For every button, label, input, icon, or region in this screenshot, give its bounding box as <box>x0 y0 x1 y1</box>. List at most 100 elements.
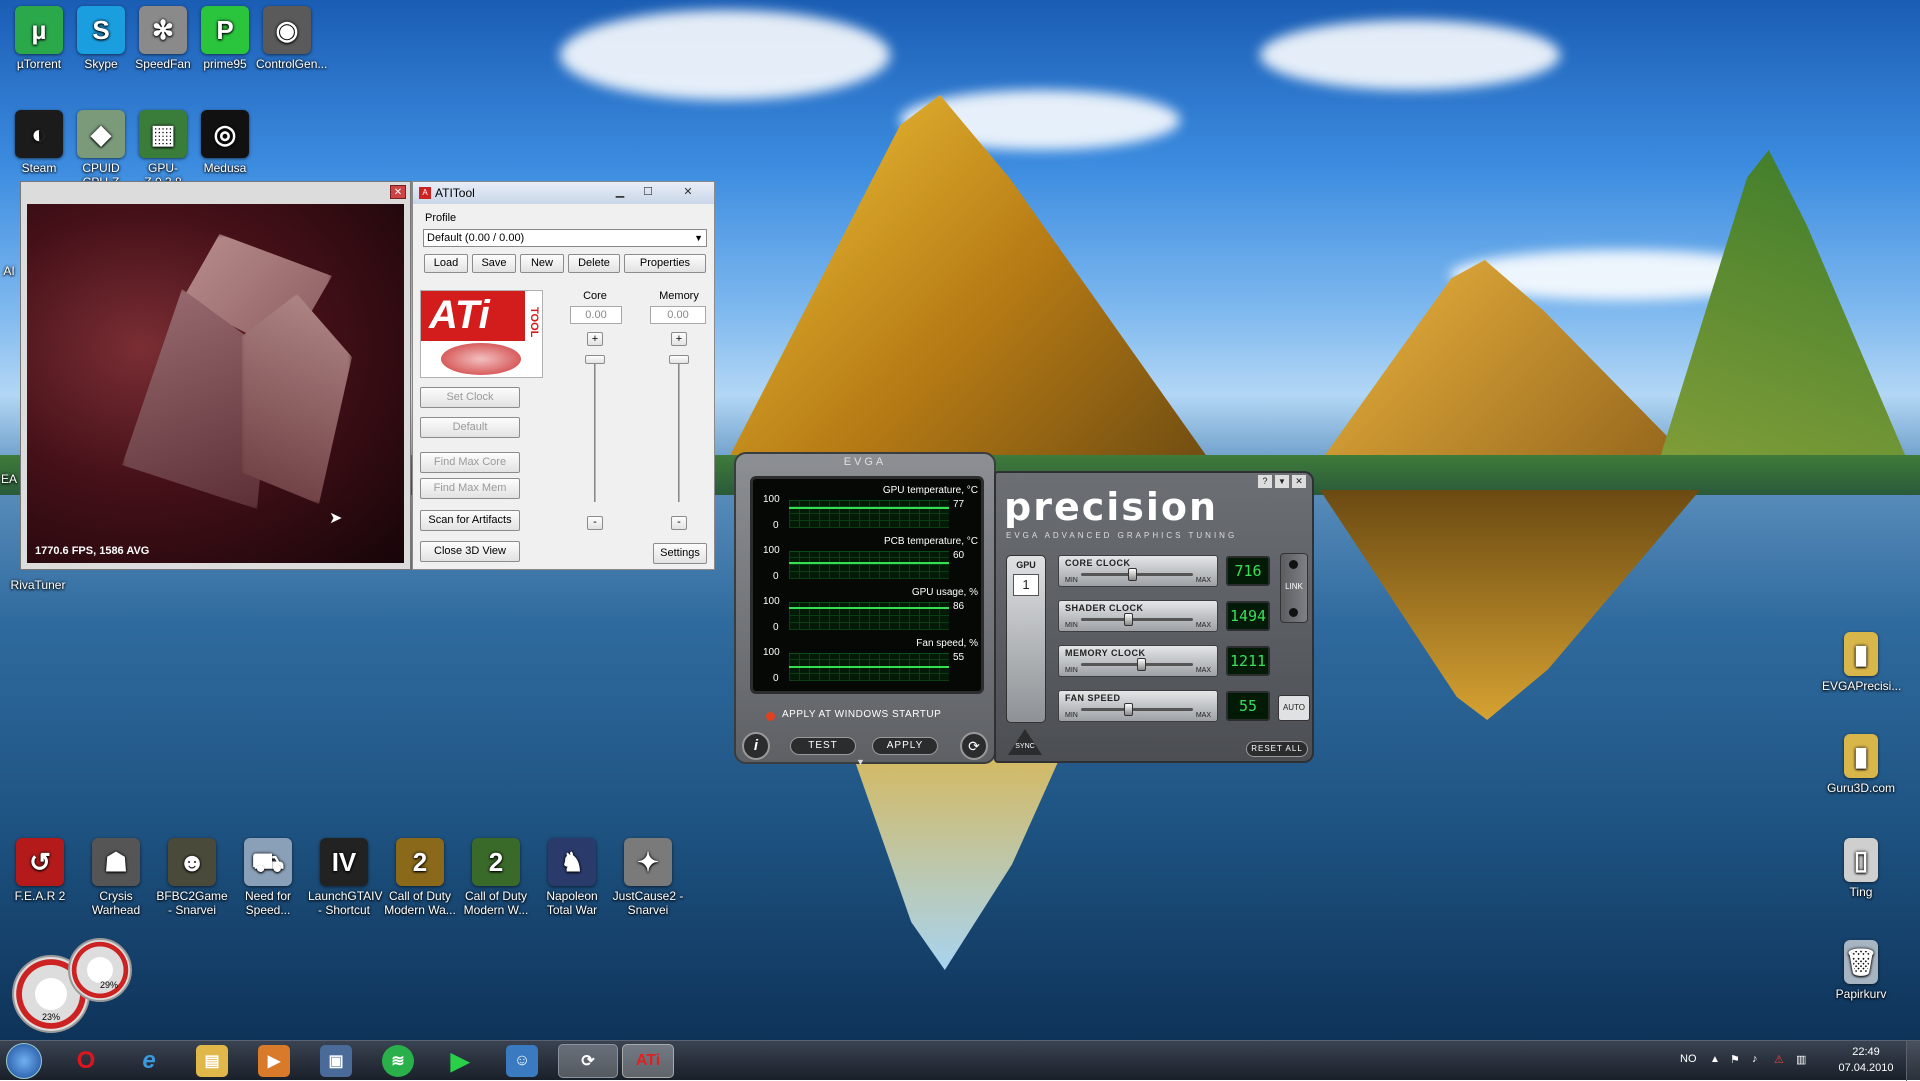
clock-date[interactable]: 07.04.2010 <box>1830 1062 1902 1074</box>
precision-panel[interactable]: ? ▼ ✕ precision EVGA ADVANCED GRAPHICS T… <box>994 471 1314 763</box>
evga-precision-task[interactable]: ⟳ <box>558 1044 618 1078</box>
save-button[interactable]: Save <box>472 254 516 273</box>
atitool-window[interactable]: A ATITool ▁ ☐ ✕ Profile Default (0.00 / … <box>412 181 715 570</box>
explorer-icon[interactable]: ▤ <box>196 1045 228 1077</box>
sync-button[interactable] <box>1008 729 1042 755</box>
volume-icon[interactable]: ♪ <box>1752 1053 1758 1065</box>
find-max-mem-button[interactable]: Find Max Mem <box>420 478 520 499</box>
desktop-icon[interactable]: ◎ Medusa <box>194 110 256 175</box>
expand-arrow-icon[interactable]: ▼ <box>856 757 865 767</box>
auto-fan-button[interactable]: AUTO <box>1278 695 1310 721</box>
reset-all-button[interactable]: RESET ALL <box>1246 741 1308 757</box>
core-slider-thumb[interactable] <box>585 355 605 364</box>
settings-button[interactable]: Settings <box>653 543 707 564</box>
properties-button[interactable]: Properties <box>624 254 706 273</box>
3d-view-window[interactable]: ✕ ➤ 1770.6 FPS, 1586 AVG <box>20 181 411 570</box>
rivatuner-label[interactable]: RivaTuner <box>0 578 76 592</box>
core-increase-button[interactable]: + <box>587 332 603 346</box>
core-slider[interactable] <box>594 357 596 502</box>
internet-explorer-icon[interactable]: e <box>133 1045 165 1077</box>
network-tray-icon[interactable]: ▥ <box>1796 1053 1806 1066</box>
close-icon[interactable]: ✕ <box>1292 475 1306 488</box>
desktop-icon[interactable]: ↺ F.E.A.R 2 <box>4 838 76 903</box>
maximize-icon[interactable]: ☐ <box>635 184 661 200</box>
warning-icon[interactable]: ⚠ <box>1774 1053 1784 1066</box>
desktop-icon[interactable]: 2 Call of Duty Modern Wa... <box>384 838 456 917</box>
memory-decrease-button[interactable]: - <box>671 516 687 530</box>
desktop-icon[interactable]: µ µTorrent <box>8 6 70 71</box>
start-button[interactable] <box>6 1043 42 1079</box>
tray-expand-icon[interactable]: ▲ <box>1710 1054 1720 1065</box>
clock-slider-knob[interactable] <box>1123 613 1133 626</box>
desktop-icon[interactable]: ☻ BFBC2Game - Snarvei <box>156 838 228 917</box>
core-decrease-button[interactable]: - <box>587 516 603 530</box>
desktop-icon[interactable]: ✻ SpeedFan <box>132 6 194 71</box>
memory-slider-thumb[interactable] <box>669 355 689 364</box>
desktop-icon[interactable]: ◉ ControlGen... <box>256 6 327 71</box>
test-button[interactable]: TEST <box>790 737 856 755</box>
opera-icon[interactable]: O <box>70 1045 102 1077</box>
core-clock-field[interactable]: 0.00 <box>570 306 622 324</box>
clock-slider-knob[interactable] <box>1123 703 1133 716</box>
delete-button[interactable]: Delete <box>568 254 620 273</box>
show-desktop-button[interactable] <box>1906 1041 1920 1081</box>
memory-clock-field[interactable]: 0.00 <box>650 306 706 324</box>
scan-for-artifacts-button[interactable]: Scan for Artifacts <box>420 510 520 531</box>
minimize-icon[interactable]: ▼ <box>1275 475 1289 488</box>
close-icon[interactable]: ✕ <box>390 185 406 199</box>
new-button[interactable]: New <box>520 254 564 273</box>
desktop-icon[interactable]: Pprime95 <box>194 6 256 71</box>
load-button[interactable]: Load <box>424 254 468 273</box>
action-center-icon[interactable]: ⚑ <box>1730 1053 1740 1066</box>
play-icon[interactable]: ▶ <box>444 1045 476 1077</box>
desktop-icon[interactable]: ▦GPU-Z.0.3.8 <box>132 110 194 189</box>
desktop-icon[interactable]: S Skype <box>70 6 132 71</box>
close-3d-view-button[interactable]: Close 3D View <box>420 541 520 562</box>
spotify-icon[interactable]: ≋ <box>382 1045 414 1077</box>
clock-slider-track[interactable] <box>1081 658 1193 671</box>
desktop-icon[interactable]: ⛟ Need for Speed... <box>232 838 304 917</box>
default-button[interactable]: Default <box>420 417 520 438</box>
startup-indicator-icon[interactable] <box>766 712 775 721</box>
clock-slider-row[interactable]: SHADER CLOCK MIN MAX <box>1058 600 1218 632</box>
clock-time[interactable]: 22:49 <box>1836 1046 1896 1058</box>
find-max-core-button[interactable]: Find Max Core <box>420 452 520 473</box>
clock-slider-row[interactable]: FAN SPEED MIN MAX <box>1058 690 1218 722</box>
link-toggle[interactable]: LINK <box>1280 553 1308 623</box>
evga-logo-icon[interactable]: ⟳ <box>960 732 988 760</box>
gpu-selector[interactable]: GPU 1 <box>1006 555 1046 723</box>
language-indicator[interactable]: NO <box>1680 1053 1697 1065</box>
set-clock-button[interactable]: Set Clock <box>420 387 520 408</box>
desktop-icon[interactable]: ◆CPUID CPU-Z <box>70 110 132 189</box>
desktop-icon[interactable]: ☗ Crysis Warhead <box>80 838 152 917</box>
desktop-icon[interactable]: ▮ EVGAPrecisi... <box>1822 632 1901 693</box>
profile-select[interactable]: Default (0.00 / 0.00) ▼ <box>423 229 707 247</box>
desktop-icon[interactable]: ▯ Ting <box>1822 838 1900 899</box>
network-icon[interactable]: ▣ <box>320 1045 352 1077</box>
help-icon[interactable]: ? <box>1258 475 1272 488</box>
clock-slider-track[interactable] <box>1081 568 1193 581</box>
memory-meter-gadget[interactable]: 29% <box>68 938 132 1002</box>
memory-increase-button[interactable]: + <box>671 332 687 346</box>
apply-button[interactable]: APPLY <box>872 737 938 755</box>
desktop-icon[interactable]: ◐ Steam <box>8 110 70 175</box>
clock-slider-track[interactable] <box>1081 613 1193 626</box>
messenger-icon[interactable]: ☺ <box>506 1045 538 1077</box>
minimize-icon[interactable]: ▁ <box>607 184 633 200</box>
info-icon[interactable]: i <box>742 732 770 760</box>
gpu-number[interactable]: 1 <box>1013 574 1039 596</box>
desktop-icon[interactable]: ♞ Napoleon Total War <box>536 838 608 917</box>
atitool-titlebar[interactable]: A ATITool <box>413 182 714 204</box>
desktop-icon[interactable]: ▮ Guru3D.com <box>1822 734 1900 795</box>
clock-slider-row[interactable]: CORE CLOCK MIN MAX <box>1058 555 1218 587</box>
memory-slider[interactable] <box>678 357 680 502</box>
clock-slider-track[interactable] <box>1081 703 1193 716</box>
desktop-icon[interactable]: ✦ JustCause2 - Snarvei <box>612 838 684 917</box>
atitool-task[interactable]: ATi <box>622 1044 674 1078</box>
clock-slider-row[interactable]: MEMORY CLOCK MIN MAX <box>1058 645 1218 677</box>
desktop-icon[interactable]: 🗑 Papirkurv <box>1822 940 1900 1001</box>
clock-slider-knob[interactable] <box>1128 568 1138 581</box>
evga-monitor-panel[interactable]: EVGA GPU temperature, °C 100 0 77 PCB temper… <box>734 452 996 767</box>
desktop-icon[interactable]: IV LaunchGTAIV - Shortcut <box>308 838 382 917</box>
media-player-icon[interactable]: ▶ <box>258 1045 290 1077</box>
